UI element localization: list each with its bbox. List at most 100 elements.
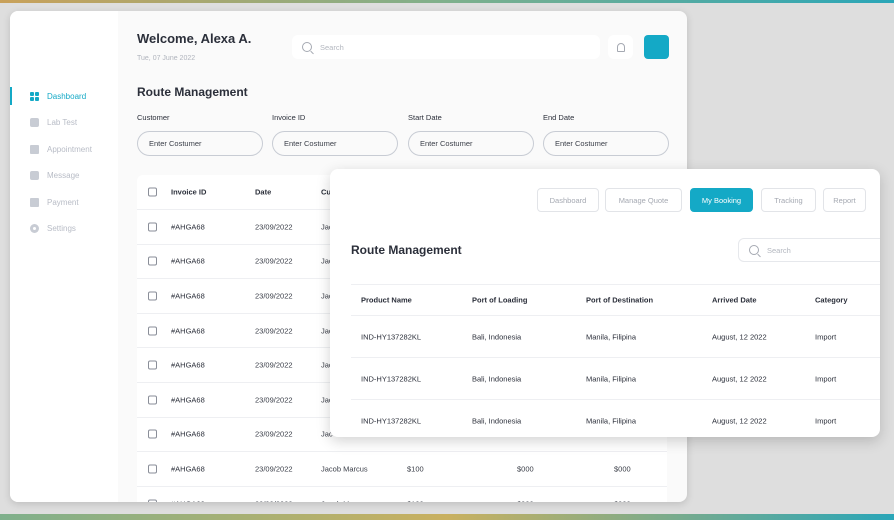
welcome-heading: Welcome, Alexa A. bbox=[137, 31, 252, 46]
gear-icon bbox=[30, 224, 39, 234]
filter-label-start-date: Start Date bbox=[408, 113, 442, 122]
booking-window: Dashboard Manage Quote My Booking Tracki… bbox=[330, 169, 880, 437]
invoice-id-cell: #AHGA68 bbox=[171, 360, 205, 370]
sidebar-item-payment[interactable]: Payment bbox=[10, 189, 118, 216]
end-date-field[interactable]: Enter Costumer bbox=[543, 131, 669, 156]
sidebar-item-dashboard[interactable]: Dashboard bbox=[10, 83, 118, 110]
sidebar: Dashboard Lab Test Appointment Message P… bbox=[10, 11, 118, 502]
row-checkbox[interactable] bbox=[148, 499, 157, 502]
sidebar-item-appointment[interactable]: Appointment bbox=[10, 136, 118, 163]
invoice-id-cell: #AHGA68 bbox=[171, 429, 205, 439]
sidebar-item-label: Dashboard bbox=[47, 91, 87, 101]
booking-table: Product Name Port of Loading Port of Des… bbox=[351, 284, 880, 437]
date-cell: 23/09/2022 bbox=[255, 360, 293, 370]
tab-my-booking[interactable]: My Booking bbox=[690, 188, 753, 212]
column-header-port-of-destination: Port of Destination bbox=[586, 295, 654, 305]
invoice-id-field[interactable]: Enter Costumer bbox=[272, 131, 398, 156]
date-cell: 23/09/2022 bbox=[255, 499, 293, 502]
column-header-category: Category bbox=[815, 295, 848, 305]
filter-label-end-date: End Date bbox=[543, 113, 575, 122]
port-of-loading-cell: Bali, Indonesia bbox=[472, 374, 522, 383]
row-checkbox[interactable] bbox=[148, 464, 157, 474]
value-cell: $000 bbox=[614, 499, 631, 502]
port-of-destination-cell: Manila, Filipina bbox=[586, 374, 637, 383]
table-row[interactable]: #AHGA68 23/09/2022 Jacob Marcus $100 $000 $00… bbox=[137, 485, 667, 502]
customer-field[interactable]: Enter Costumer bbox=[137, 131, 263, 156]
search-placeholder: Search bbox=[767, 245, 791, 255]
sidebar-item-label: Lab Test bbox=[47, 118, 78, 128]
amount-cell: $100 bbox=[407, 499, 424, 502]
wallet-icon bbox=[30, 197, 39, 207]
sidebar-item-settings[interactable]: Settings bbox=[10, 216, 118, 243]
grid-icon bbox=[30, 91, 39, 101]
product-name-cell: IND-HY137282KL bbox=[361, 332, 422, 341]
sidebar-item-message[interactable]: Message bbox=[10, 163, 118, 190]
column-header-port-of-loading: Port of Loading bbox=[472, 295, 528, 305]
start-date-field[interactable]: Enter Costumer bbox=[408, 131, 534, 156]
message-icon bbox=[30, 171, 39, 181]
row-checkbox[interactable] bbox=[148, 360, 157, 370]
date-cell: 23/09/2022 bbox=[255, 395, 293, 405]
amount-cell: $100 bbox=[407, 464, 424, 474]
invoice-id-cell: #AHGA68 bbox=[171, 464, 205, 474]
value-cell: $000 bbox=[614, 464, 631, 474]
column-header-invoice-id: Invoice ID bbox=[171, 187, 207, 197]
invoice-id-cell: #AHGA68 bbox=[171, 222, 205, 232]
date-cell: 23/09/2022 bbox=[255, 291, 293, 301]
sidebar-item-label: Payment bbox=[47, 197, 79, 207]
sidebar-item-label: Message bbox=[47, 171, 80, 181]
value-cell: $000 bbox=[517, 464, 534, 474]
date-cell: 23/09/2022 bbox=[255, 464, 293, 474]
notification-button[interactable] bbox=[608, 35, 633, 59]
arrived-date-cell: August, 12 2022 bbox=[712, 332, 767, 341]
row-checkbox[interactable] bbox=[148, 395, 157, 405]
arrived-date-cell: August, 12 2022 bbox=[712, 374, 767, 383]
date-cell: 23/09/2022 bbox=[255, 222, 293, 232]
sidebar-nav: Dashboard Lab Test Appointment Message P… bbox=[10, 83, 118, 242]
date-cell: 23/09/2022 bbox=[255, 429, 293, 439]
search-input[interactable]: Search bbox=[292, 35, 600, 59]
table-row[interactable]: #AHGA68 23/09/2022 Jacob Marcus $100 $000 $00… bbox=[137, 451, 667, 486]
booking-title: Route Management bbox=[351, 243, 462, 257]
tab-manage-quote[interactable]: Manage Quote bbox=[605, 188, 682, 212]
sidebar-item-label: Settings bbox=[47, 224, 76, 234]
invoice-id-cell: #AHGA68 bbox=[171, 291, 205, 301]
invoice-id-cell: #AHGA68 bbox=[171, 499, 205, 502]
row-checkbox[interactable] bbox=[148, 291, 157, 301]
product-name-cell: IND-HY137282KL bbox=[361, 374, 422, 383]
sidebar-item-lab-test[interactable]: Lab Test bbox=[10, 110, 118, 137]
value-cell: $000 bbox=[517, 499, 534, 502]
invoice-id-cell: #AHGA68 bbox=[171, 256, 205, 266]
column-header-arrived-date: Arrived Date bbox=[712, 295, 757, 305]
bell-icon bbox=[616, 42, 625, 52]
category-cell: Import bbox=[815, 332, 837, 341]
calendar-icon bbox=[30, 144, 39, 154]
tab-report[interactable]: Report bbox=[823, 188, 866, 212]
booking-row[interactable]: IND-HY137282KL Bali, Indonesia Manila, Fil… bbox=[351, 399, 880, 437]
invoice-id-cell: #AHGA68 bbox=[171, 395, 205, 405]
product-name-cell: IND-HY137282KL bbox=[361, 416, 422, 425]
column-header-date: Date bbox=[255, 187, 272, 197]
port-of-loading-cell: Bali, Indonesia bbox=[472, 332, 522, 341]
top-gradient-band bbox=[0, 0, 894, 3]
booking-search-input[interactable]: Search bbox=[738, 238, 880, 262]
bottom-gradient-band bbox=[0, 514, 894, 520]
row-checkbox[interactable] bbox=[148, 256, 157, 266]
row-checkbox[interactable] bbox=[148, 326, 157, 336]
tab-dashboard[interactable]: Dashboard bbox=[537, 188, 599, 212]
sidebar-item-label: Appointment bbox=[47, 144, 92, 154]
select-all-checkbox[interactable] bbox=[148, 187, 157, 197]
booking-row[interactable]: IND-HY137282KL Bali, Indonesia Manila, Fil… bbox=[351, 315, 880, 357]
row-checkbox[interactable] bbox=[148, 429, 157, 439]
search-icon bbox=[749, 245, 759, 255]
page-title: Route Management bbox=[137, 85, 248, 99]
booking-row[interactable]: IND-HY137282KL Bali, Indonesia Manila, Fil… bbox=[351, 357, 880, 399]
customer-cell: Jacob Marcus bbox=[321, 464, 368, 474]
search-icon bbox=[302, 42, 312, 52]
row-checkbox[interactable] bbox=[148, 222, 157, 232]
avatar[interactable] bbox=[644, 35, 669, 59]
tab-tracking[interactable]: Tracking bbox=[761, 188, 816, 212]
category-cell: Import bbox=[815, 374, 837, 383]
arrived-date-cell: August, 12 2022 bbox=[712, 416, 767, 425]
column-header-product-name: Product Name bbox=[361, 295, 412, 305]
